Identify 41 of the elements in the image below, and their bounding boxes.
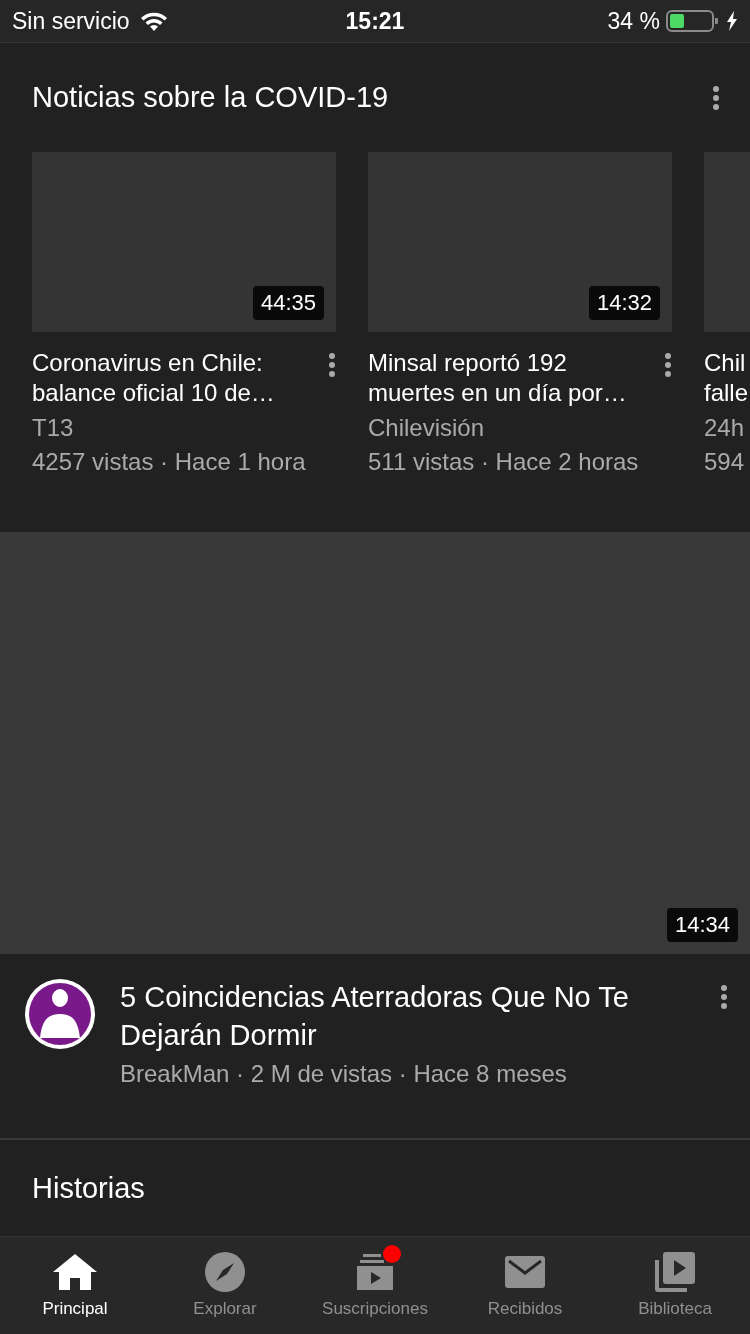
channel-name: Chilevisión	[368, 414, 486, 442]
compass-icon	[205, 1252, 245, 1292]
subscriptions-icon	[355, 1252, 395, 1292]
video-meta: 594	[704, 448, 746, 476]
library-icon	[655, 1252, 695, 1292]
more-icon[interactable]	[712, 84, 720, 111]
video-meta: BreakMan · 2 M de vistas · Hace 8 meses	[120, 1060, 568, 1088]
wifi-icon	[139, 10, 168, 32]
video-meta: 4257 vistas · Hace 1 hora	[32, 448, 307, 476]
more-icon[interactable]	[328, 352, 336, 378]
video-meta: 511 vistas · Hace 2 horas	[368, 448, 640, 476]
carrier-label: Sin servicio	[12, 7, 130, 35]
video-thumbnail[interactable]: 14:34	[0, 534, 750, 954]
channel-name: 24h	[704, 414, 746, 442]
video-duration: 44:35	[252, 286, 324, 320]
video-thumbnail[interactable]: 44:35	[32, 152, 336, 332]
channel-name: T13	[32, 414, 75, 442]
video-duration: 14:34	[666, 908, 738, 942]
section-title: Noticias sobre la COVID-19	[32, 81, 389, 114]
more-icon[interactable]	[664, 352, 672, 378]
video-title[interactable]: Coronavirus en Chile: balance oficial 10 de…	[32, 348, 318, 408]
avatar-icon[interactable]	[24, 978, 96, 1050]
video-title[interactable]: Minsal reportó 192 muertes en un día por…	[368, 348, 654, 408]
tab-item[interactable]: Explorar	[150, 1237, 300, 1334]
more-icon[interactable]	[720, 984, 728, 1010]
home-icon	[52, 1252, 98, 1292]
tab-item[interactable]: Suscripciones	[300, 1237, 450, 1334]
clock-time: 15:21	[344, 7, 406, 35]
section-title: Historias	[32, 1171, 145, 1205]
video-duration: 14:32	[588, 286, 660, 320]
tab-item[interactable]: Recibidos	[450, 1237, 600, 1334]
tab-item[interactable]: Principal	[0, 1237, 150, 1334]
video-thumbnail[interactable]: 14:32	[368, 152, 672, 332]
video-title[interactable]: Chil	[704, 348, 750, 378]
tab-item[interactable]: Biblioteca	[600, 1237, 750, 1334]
battery-icon	[666, 10, 720, 32]
video-title[interactable]: 5 Coincidencias Aterradoras Que No Te Dejarán Dormir	[120, 978, 696, 1054]
video-title[interactable]: falle	[704, 378, 750, 408]
mail-icon	[505, 1256, 545, 1288]
battery-percent: 34 %	[607, 7, 660, 35]
charging-icon	[726, 11, 738, 31]
